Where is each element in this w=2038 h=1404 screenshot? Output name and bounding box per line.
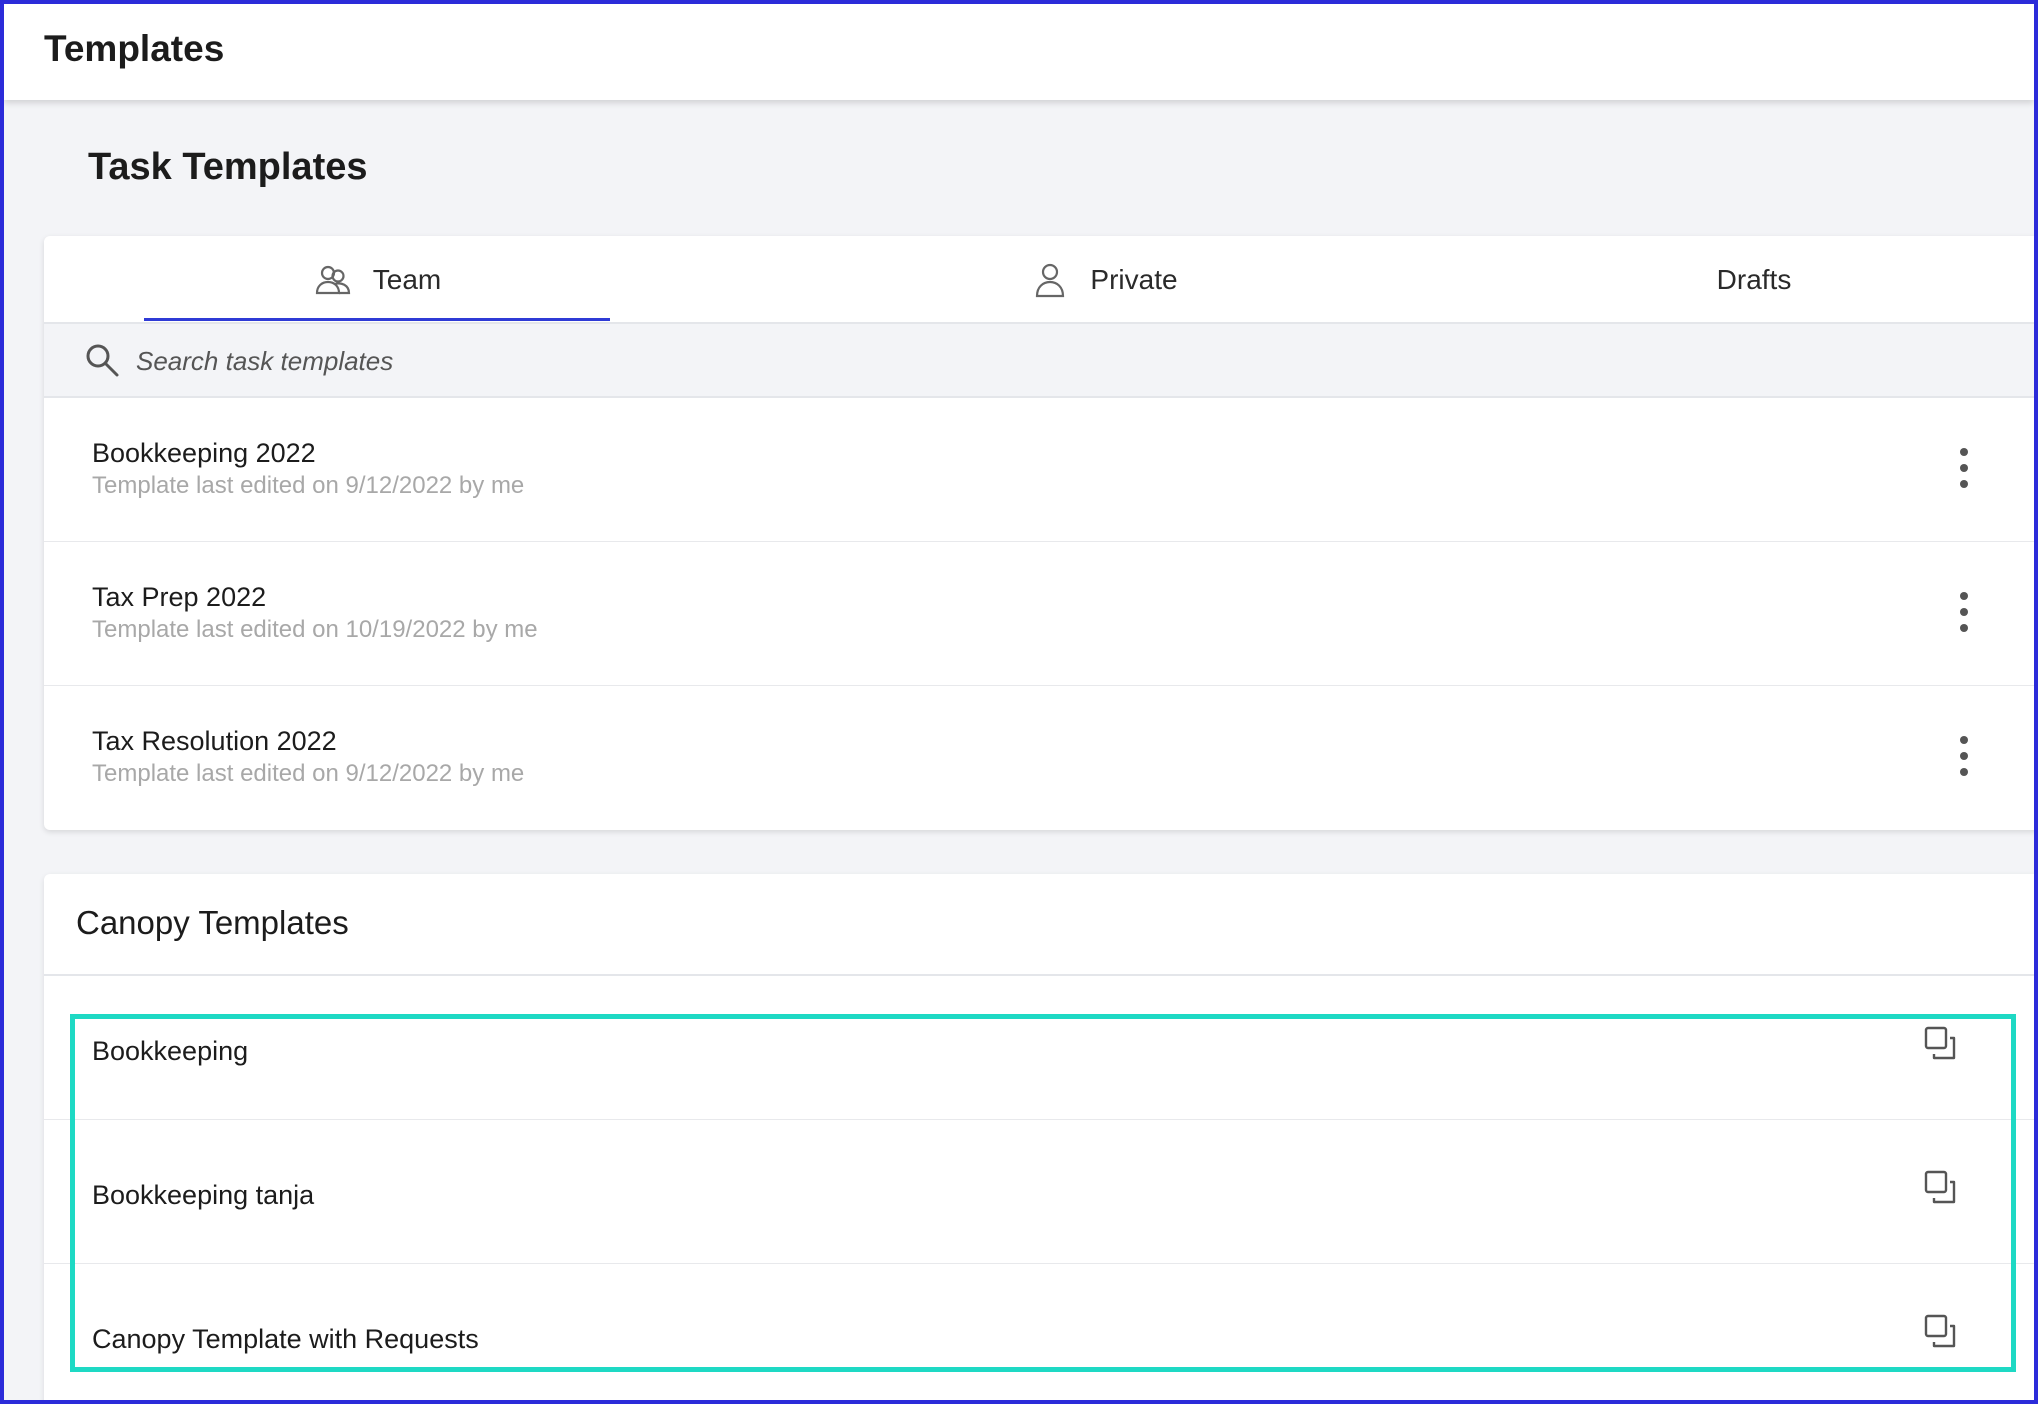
top-bar: Templates — [4, 4, 2034, 100]
search-icon — [86, 344, 119, 377]
template-name: Tax Resolution 2022 — [92, 726, 337, 756]
active-tab-indicator — [144, 318, 610, 321]
canopy-template-name: Canopy Template with Requests — [92, 1324, 479, 1354]
tab-bar: Team Private Drafts — [44, 236, 2034, 324]
copy-icon[interactable] — [1924, 1314, 1958, 1348]
more-options-icon[interactable] — [1954, 736, 1974, 776]
search-bar — [44, 324, 2034, 398]
canopy-template-name: Bookkeeping tanja — [92, 1180, 315, 1210]
tab-team-label: Team — [372, 264, 442, 295]
tab-team[interactable]: Team — [144, 236, 610, 324]
tab-drafts-label: Drafts — [1716, 264, 1792, 295]
list-item[interactable]: Bookkeeping — [44, 976, 2034, 1120]
tab-drafts[interactable]: Drafts — [1454, 236, 2034, 324]
template-meta: Template last edited on 9/12/2022 by me — [92, 760, 525, 787]
canopy-templates-card: Canopy Templates Bookkeeping Bookkeeping… — [44, 874, 2034, 1400]
app-frame: Templates Task Templates Team Private Dr… — [0, 0, 2038, 1404]
more-options-icon[interactable] — [1954, 592, 1974, 632]
template-name: Tax Prep 2022 — [92, 582, 267, 612]
task-templates-card: Team Private Drafts Bookke — [44, 236, 2034, 830]
user-icon — [1036, 263, 1065, 298]
canopy-templates-header: Canopy Templates — [44, 874, 2034, 976]
list-item[interactable]: Bookkeeping tanja — [44, 1120, 2034, 1264]
list-item[interactable]: Bookkeeping 2022 Template last edited on… — [44, 398, 2034, 542]
list-item[interactable]: Tax Resolution 2022 Template last edited… — [44, 686, 2034, 830]
list-item[interactable]: Tax Prep 2022 Template last edited on 10… — [44, 542, 2034, 686]
copy-icon[interactable] — [1924, 1170, 1958, 1204]
team-icon — [315, 265, 350, 295]
template-meta: Template last edited on 10/19/2022 by me — [92, 616, 538, 643]
more-options-icon[interactable] — [1954, 448, 1974, 488]
tab-private-label: Private — [1090, 264, 1178, 295]
search-input[interactable] — [136, 336, 1336, 386]
copy-icon[interactable] — [1924, 1026, 1958, 1060]
section-title: Task Templates — [88, 146, 368, 188]
template-name: Bookkeeping 2022 — [92, 438, 316, 468]
task-template-list: Bookkeeping 2022 Template last edited on… — [44, 398, 2034, 830]
canopy-templates-title: Canopy Templates — [76, 904, 349, 941]
template-meta: Template last edited on 9/12/2022 by me — [92, 472, 525, 499]
tab-private[interactable]: Private — [804, 236, 1404, 324]
page-header-title: Templates — [44, 28, 225, 69]
list-item[interactable]: Canopy Template with Requests — [44, 1264, 2034, 1400]
canopy-template-name: Bookkeeping — [92, 1036, 249, 1066]
